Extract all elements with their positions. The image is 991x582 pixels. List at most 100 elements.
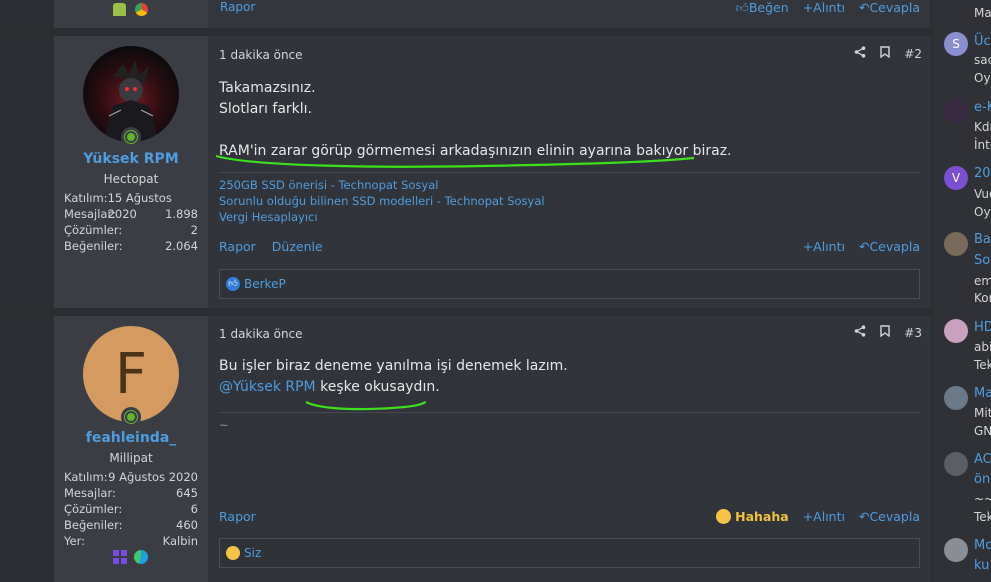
sidebar-text: Tek [974,358,991,372]
sidebar-thread-title[interactable]: ku [974,558,989,573]
stat-messages: Mesajlar: 645 [64,486,198,500]
reply-button[interactable]: ↶Cevapla [859,239,920,254]
sidebar-text: Kdı [974,120,991,134]
share-icon[interactable] [854,46,866,61]
sidebar-thread-title[interactable]: AC [974,452,991,467]
highlight-underline [215,154,695,168]
user-panel: F feahleinda_ Millipat Katılım: 9 Ağustos… [54,316,208,582]
user-title: Hectopat [103,172,159,186]
stat-location: Yer: Kalbin [64,534,198,548]
sidebar-text: Mit [974,406,991,420]
quote-button[interactable]: +Alıntı [803,0,845,16]
sidebar-text: Oy [974,71,991,85]
sidebar-thread-title[interactable]: So [974,253,990,268]
sidebar-latest-threads: Ma S Üc sac Oy e-K Kdı İnte V 202 Vuo Oy… [933,0,991,582]
online-indicator [121,407,141,427]
avatar[interactable]: V [944,166,968,190]
sidebar-text: abi [974,340,991,354]
avatar[interactable] [944,452,968,476]
post-text: Takamazsınız. Slotları farklı. RAM'in za… [219,78,732,162]
post-actions: Rapor Hahaha +Alıntı ↶Cevapla [219,507,920,525]
post-body: 1 dakika önce #3 Bu işler biraz deneme y… [208,316,930,582]
username[interactable]: Yüksek RPM [54,151,208,167]
thumbs-up-icon: 👍︎ [735,0,749,15]
report-link[interactable]: Rapor [219,509,256,524]
post-tools: #3 [854,325,922,340]
post-body: 1 dakika önce #2 Takamazsınız. Slotları … [208,36,930,308]
reaction-users[interactable]: Siz [244,546,261,560]
sidebar-thread-title[interactable]: ön [974,472,990,487]
quote-button[interactable]: +Alıntı [803,239,845,254]
windows-icon [113,550,127,564]
user-panel: Yüksek RPM Hectopat Katılım: 15 Ağustos 2… [54,36,208,308]
sidebar-thread-title[interactable]: Ma [974,386,991,401]
reaction-users[interactable]: BerkeP [244,277,286,291]
previous-post-footer: Rapor 👍︎Beğen +Alıntı ↶Cevapla [54,0,930,28]
post-3: F feahleinda_ Millipat Katılım: 9 Ağustos… [54,316,930,582]
sidebar-text: Tek [974,510,991,524]
sidebar-text: Kor [974,291,991,305]
post-line: Slotları farklı. [219,101,312,117]
reply-button[interactable]: ↶Cevapla [859,509,920,524]
stat-likes: Beğeniler: 460 [64,518,198,532]
sidebar-text: GN [974,424,991,438]
stat-solutions: Çözümler: 6 [64,502,198,516]
stat-joined: Katılım: 9 Ağustos 2020 [64,470,198,484]
stat-likes: Beğeniler: 2.064 [64,239,198,253]
sidebar-text: em [974,274,991,288]
username[interactable]: feahleinda_ [54,430,208,446]
sidebar-thread-title[interactable]: Ba [974,232,991,247]
reply-icon: ↶ [858,238,870,254]
sidebar-thread-title[interactable]: 202 [974,166,991,181]
post-2: Yüksek RPM Hectopat Katılım: 15 Ağustos 2… [54,36,930,308]
post-time[interactable]: 1 dakika önce [219,48,303,62]
avatar[interactable] [944,386,968,410]
avatar[interactable] [944,99,968,123]
report-link[interactable]: Rapor [219,239,256,254]
post-number[interactable]: #3 [904,326,922,340]
laughing-face-icon [226,546,240,560]
post-number[interactable]: #2 [904,47,922,61]
hahaha-reaction-button[interactable]: Hahaha [716,508,789,524]
user-stats: Katılım: 15 Ağustos 2020 Mesajlar: 1.898 Ç… [64,190,198,254]
edge-icon [134,550,148,564]
bookmark-icon[interactable] [880,46,890,61]
sidebar-text: Ma [974,6,991,20]
user-title: Millipat [109,451,153,465]
user-stats: Katılım: 9 Ağustos 2020 Mesajlar: 645 Çözü… [64,469,198,549]
report-link[interactable]: Rapor [220,0,255,14]
avatar-letter: F [114,341,148,407]
quote-button[interactable]: +Alıntı [803,509,845,524]
user-mention[interactable]: @Yüksek RPM [219,379,316,395]
sidebar-thread-title[interactable]: HD [974,320,991,335]
signature-text: ~ [219,418,229,432]
like-reaction-icon: 👍︎ [226,277,240,291]
reactions-bar[interactable]: 👍︎ BerkeP [219,269,920,299]
avatar[interactable] [944,538,968,562]
post-time[interactable]: 1 dakika önce [219,327,303,341]
reply-button[interactable]: ↶Cevapla [859,0,920,16]
signature-link[interactable]: 250GB SSD önerisi - Technopat Sosyal [219,177,920,193]
sidebar-thread-title[interactable]: Üc [974,34,991,49]
chrome-icon [135,3,148,16]
signature-link[interactable]: Vergi Hesaplayıcı [219,209,920,225]
sidebar-text: sac [974,53,991,67]
edit-link[interactable]: Düzenle [272,239,323,254]
bookmark-icon[interactable] [880,325,890,340]
sidebar-text: Oy [974,205,991,219]
share-icon[interactable] [854,325,866,340]
avatar[interactable]: S [944,32,968,56]
post-line: keşke okusaydın. [320,379,440,395]
sidebar-thread-title[interactable]: Mo [974,538,991,553]
android-icon [113,3,126,16]
laughing-face-icon [716,508,732,524]
signature-link[interactable]: Sorunlu olduğu bilinen SSD modelleri - T… [219,193,920,209]
sidebar-thread-title[interactable]: e-K [974,100,991,115]
reactions-bar[interactable]: Siz [219,538,920,568]
sidebar-text: İnte [974,138,991,152]
reply-icon: ↶ [858,508,870,524]
stat-joined: Katılım: 15 Ağustos 2020 [64,191,172,221]
like-button[interactable]: 👍︎Beğen [736,0,789,16]
avatar[interactable] [944,319,968,343]
avatar[interactable] [944,232,968,256]
